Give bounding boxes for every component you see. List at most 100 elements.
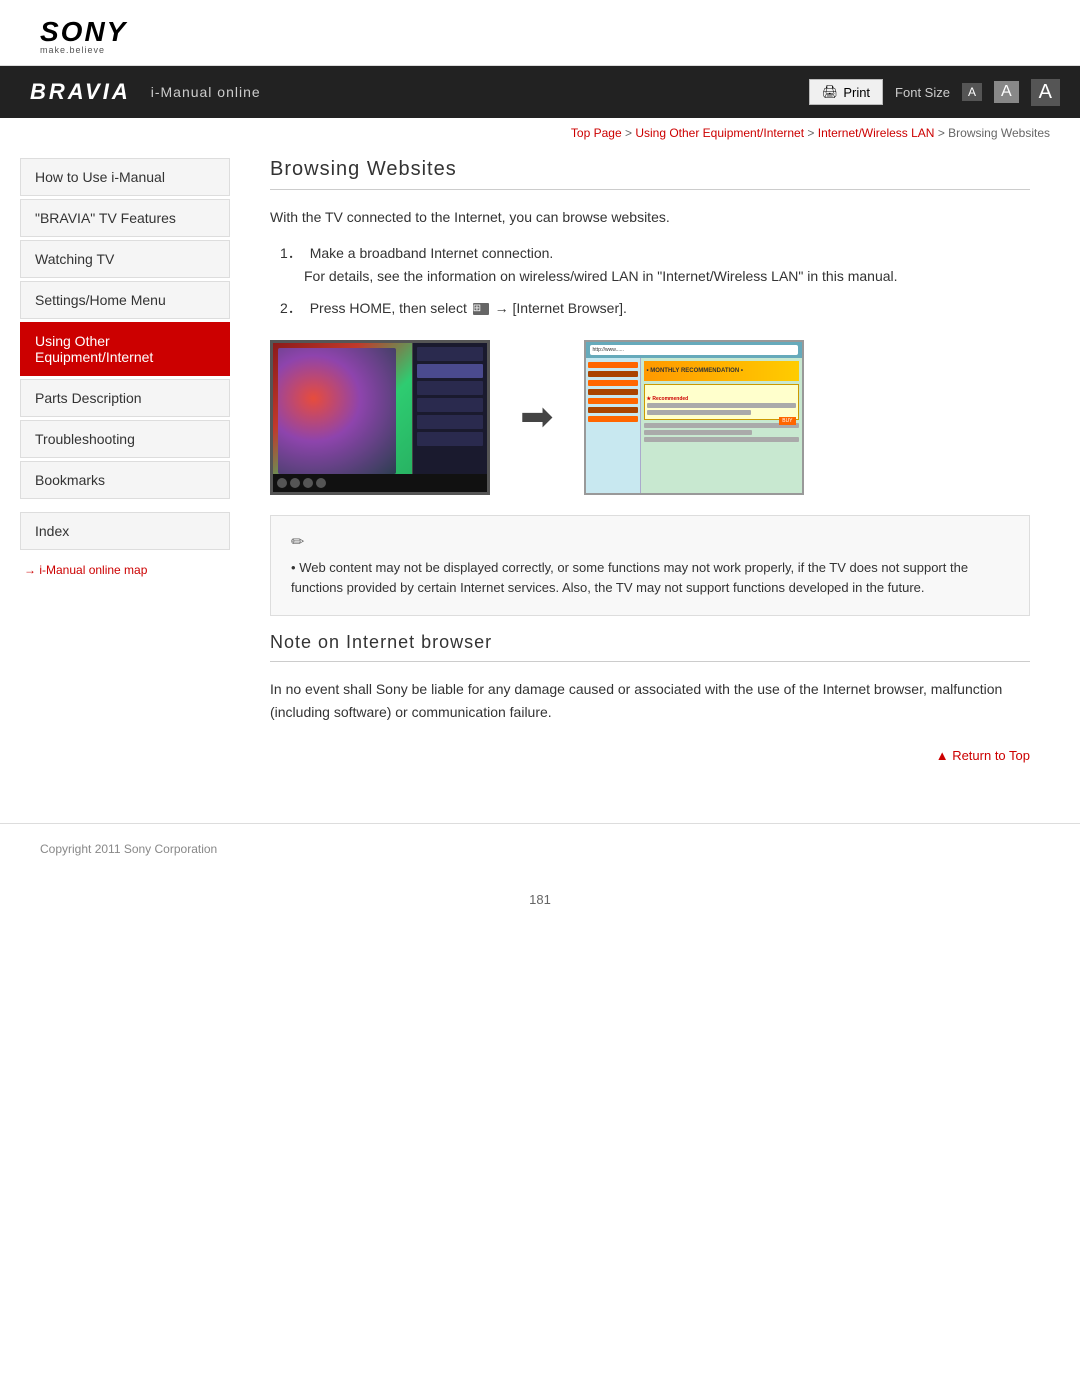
browser-line-5 <box>644 437 799 442</box>
nav-title: i-Manual online <box>151 84 261 100</box>
browser-banner-text: • MONTHLY RECOMMENDATION • <box>647 368 743 374</box>
sidebar-map-link[interactable]: → i-Manual online map <box>20 553 230 587</box>
copyright-text: Copyright 2011 Sony Corporation <box>40 842 217 856</box>
tv-menu-5 <box>417 415 483 429</box>
note-content: Web content may not be displayed correct… <box>291 560 968 596</box>
intro-text: With the TV connected to the Internet, y… <box>270 206 1030 228</box>
tv-dot-2 <box>290 478 300 488</box>
sidebar-item-bravia-features[interactable]: "BRAVIA" TV Features <box>20 199 230 237</box>
home-menu-icon <box>473 303 489 315</box>
breadcrumb-internet-lan[interactable]: Internet/Wireless LAN <box>818 126 935 140</box>
browser-url-text: http://www...... <box>593 347 624 353</box>
sony-logo-text: SONY <box>40 18 1040 46</box>
print-icon: 🖨 <box>822 84 839 100</box>
tv-menu-2 <box>417 364 483 378</box>
sidebar-index[interactable]: Index <box>20 512 230 550</box>
font-size-medium-button[interactable]: A <box>994 81 1019 103</box>
tv-screen-image <box>270 340 490 495</box>
breadcrumb-sep2: > <box>807 126 817 140</box>
breadcrumb-top-page[interactable]: Top Page <box>571 126 622 140</box>
return-to-top-link[interactable]: ▲ Return to Top <box>936 748 1030 763</box>
sidebar: How to Use i-Manual "BRAVIA" TV Features… <box>20 148 240 803</box>
breadcrumb-using-equipment[interactable]: Using Other Equipment/Internet <box>635 126 804 140</box>
step1-detail: For details, see the information on wire… <box>304 268 898 284</box>
browser-rec-box: ★ Recommended BUY <box>644 384 799 420</box>
step2-text2: → [Internet Browser]. <box>491 300 627 316</box>
tv-dot-1 <box>277 478 287 488</box>
browser-line-1 <box>647 403 796 408</box>
browser-nav-3 <box>588 380 638 386</box>
browser-nav-6 <box>588 407 638 413</box>
browser-left-nav <box>586 358 641 493</box>
browser-body: • MONTHLY RECOMMENDATION • ★ Recommended… <box>586 358 802 493</box>
note-bullet: • <box>291 560 296 575</box>
map-link-arrow: → <box>24 563 36 577</box>
main-layout: How to Use i-Manual "BRAVIA" TV Features… <box>0 148 1080 803</box>
sidebar-item-watching-tv[interactable]: Watching TV <box>20 240 230 278</box>
tv-menu-3 <box>417 381 483 395</box>
font-size-label: Font Size <box>895 85 950 100</box>
note-pencil-icon: ✏ <box>291 532 1009 552</box>
browser-nav-7 <box>588 416 638 422</box>
tv-flower <box>278 348 396 475</box>
browser-line-2 <box>647 410 751 415</box>
page-number-value: 181 <box>529 892 551 907</box>
nav-bar-left: BRAVIA i-Manual online <box>30 79 261 105</box>
note-text: • Web content may not be displayed corre… <box>291 558 1009 600</box>
breadcrumb: Top Page > Using Other Equipment/Interne… <box>0 118 1080 148</box>
browser-rec-title: ★ Recommended <box>647 396 689 402</box>
nav-bar-right: 🖨 Print Font Size A A A <box>809 79 1060 106</box>
arrow-icon: ➡ <box>520 394 554 440</box>
browser-line-4 <box>644 430 753 435</box>
main-section-title: Browsing Websites <box>270 158 1030 190</box>
footer: Copyright 2011 Sony Corporation <box>0 823 1080 872</box>
browser-main-content: • MONTHLY RECOMMENDATION • ★ Recommended… <box>641 358 802 493</box>
tv-dot-4 <box>316 478 326 488</box>
sony-tagline: make.believe <box>40 46 1040 55</box>
sidebar-item-how-to-use[interactable]: How to Use i-Manual <box>20 158 230 196</box>
tv-main-image <box>273 343 412 492</box>
section2-text: In no event shall Sony be liable for any… <box>270 678 1030 723</box>
browser-top-bar: http://www...... <box>586 342 802 358</box>
section2-title: Note on Internet browser <box>270 632 1030 662</box>
step-2: 2． Press HOME, then select → [Internet B… <box>280 297 1030 319</box>
sidebar-item-troubleshooting[interactable]: Troubleshooting <box>20 420 230 458</box>
tv-menu-6 <box>417 432 483 446</box>
browser-url: http://www...... <box>590 345 798 355</box>
step2-text: Press HOME, then select <box>310 300 471 316</box>
print-button[interactable]: 🖨 Print <box>809 79 883 105</box>
browser-nav-1 <box>588 362 638 368</box>
sidebar-item-using-other[interactable]: Using Other Equipment/Internet <box>20 322 230 376</box>
return-to-top-label: Return to Top <box>952 748 1030 763</box>
breadcrumb-sep3: > <box>938 126 948 140</box>
return-to-top-arrow: ▲ <box>936 748 949 763</box>
breadcrumb-sep1: > <box>625 126 635 140</box>
step1-text: Make a broadband Internet connection. <box>310 245 554 261</box>
return-to-top: ▲ Return to Top <box>270 737 1030 773</box>
breadcrumb-current: Browsing Websites <box>948 126 1050 140</box>
font-size-small-button[interactable]: A <box>962 83 982 101</box>
steps-list: 1． Make a broadband Internet connection.… <box>280 242 1030 319</box>
sidebar-item-bookmarks[interactable]: Bookmarks <box>20 461 230 499</box>
tv-menu-1 <box>417 347 483 361</box>
tv-dot-3 <box>303 478 313 488</box>
nav-bar: BRAVIA i-Manual online 🖨 Print Font Size… <box>0 66 1080 118</box>
sidebar-divider <box>20 502 230 512</box>
content-area: Browsing Websites With the TV connected … <box>240 148 1060 803</box>
browser-nav-5 <box>588 398 638 404</box>
browser-nav-2 <box>588 371 638 377</box>
browser-nav-4 <box>588 389 638 395</box>
step2-number: 2． <box>280 300 302 316</box>
sidebar-item-parts-description[interactable]: Parts Description <box>20 379 230 417</box>
bravia-logo: BRAVIA <box>30 79 131 105</box>
note-box: ✏ • Web content may not be displayed cor… <box>270 515 1030 617</box>
step-1: 1． Make a broadband Internet connection.… <box>280 242 1030 287</box>
tv-sidebar-panel <box>412 343 487 492</box>
sony-logo: SONY make.believe <box>40 18 1040 55</box>
tv-content <box>273 343 487 492</box>
browser-orange-btn: BUY <box>779 417 795 425</box>
font-size-large-button[interactable]: A <box>1031 79 1060 106</box>
browser-screen-image: http://www...... • M <box>584 340 804 495</box>
print-label: Print <box>843 85 870 100</box>
sidebar-item-settings-home[interactable]: Settings/Home Menu <box>20 281 230 319</box>
